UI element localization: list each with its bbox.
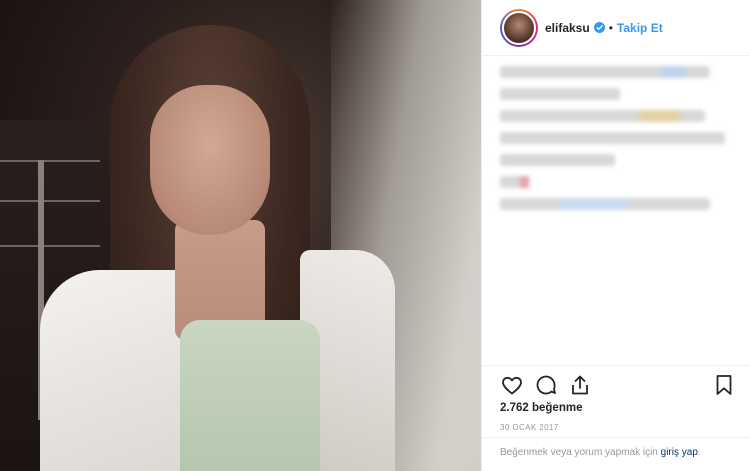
heart-icon[interactable] [500, 373, 524, 397]
post-photo[interactable] [0, 0, 481, 471]
likes-count[interactable]: 2.762 beğenme [500, 402, 582, 414]
caption-line [500, 66, 710, 78]
photo-dress [180, 320, 320, 471]
caption-line [500, 110, 705, 122]
login-prompt-text: Beğenmek veya yorum yapmak için [500, 447, 658, 458]
login-prompt: Beğenmek veya yorum yapmak için giriş ya… [500, 446, 740, 459]
post-header: elifaksu • Takip Et [482, 0, 750, 56]
post-date[interactable]: 30 OCAK 2017 [500, 423, 559, 432]
login-link[interactable]: giriş yap [661, 447, 698, 458]
caption-line [500, 154, 615, 166]
caption-line [500, 88, 620, 100]
caption-line [500, 198, 710, 210]
divider [482, 437, 750, 438]
follow-button[interactable]: Takip Et [617, 21, 663, 35]
photo-jacket-left [40, 270, 190, 471]
photo-railing [0, 245, 100, 247]
caption-blurred [500, 66, 730, 220]
photo-railing [0, 160, 100, 162]
verified-badge-icon [593, 22, 605, 33]
comment-icon[interactable] [534, 373, 558, 397]
photo-face [150, 85, 270, 235]
divider [482, 365, 750, 366]
action-bar [500, 372, 736, 398]
photo-railing [0, 200, 100, 202]
caption-line [500, 176, 575, 188]
post-side-panel: elifaksu • Takip Et 2.762 beğenme 30 OCA… [481, 0, 750, 471]
username-link[interactable]: elifaksu [545, 21, 590, 35]
login-suffix: . [697, 447, 701, 458]
share-icon[interactable] [568, 373, 592, 397]
avatar[interactable] [500, 8, 538, 47]
bookmark-icon[interactable] [712, 373, 736, 397]
caption-line [500, 132, 725, 144]
instagram-post: elifaksu • Takip Et 2.762 beğenme 30 OCA… [0, 0, 750, 471]
separator-dot: • [608, 20, 613, 35]
